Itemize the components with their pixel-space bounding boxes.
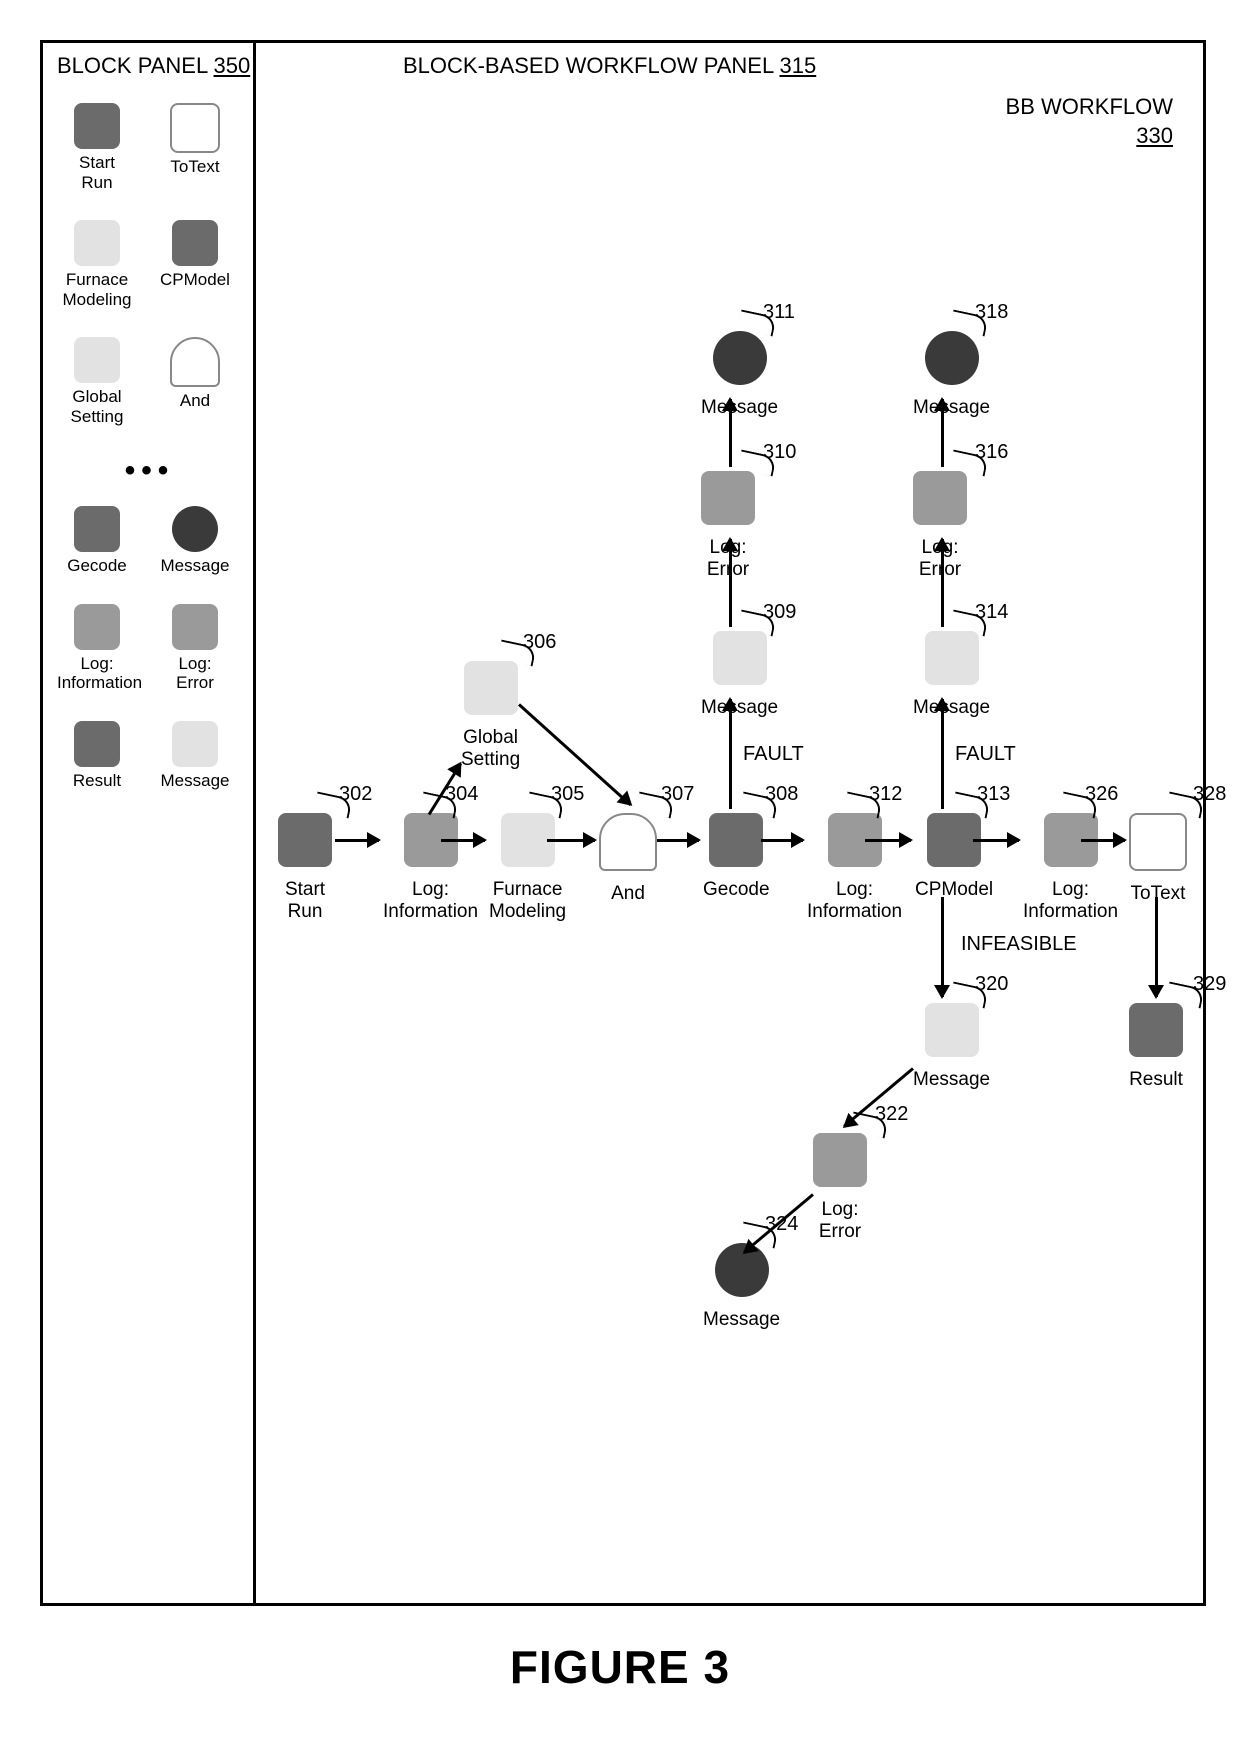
palette-global-setting[interactable]: Global Setting (57, 337, 137, 426)
block-panel-title-text: BLOCK PANEL (57, 53, 214, 78)
arrow-326-328 (1081, 839, 1125, 842)
message-text-icon (713, 631, 767, 685)
block-panel-title-num: 350 (214, 53, 251, 78)
furnace-icon (74, 220, 120, 266)
palette-and[interactable]: And (155, 337, 235, 411)
arrow-310-311 (729, 399, 732, 467)
palette-log-information[interactable]: Log: Information (57, 604, 137, 693)
global-setting-icon (464, 661, 518, 715)
node-message-320[interactable]: Message (913, 1003, 990, 1091)
arrow-313-326 (973, 839, 1019, 842)
arrow-308-312 (761, 839, 803, 842)
node-result[interactable]: Result (1129, 1003, 1183, 1091)
node-message-314[interactable]: Message (913, 631, 990, 719)
message-globe-icon (713, 331, 767, 385)
node-gecode[interactable]: Gecode (703, 813, 770, 901)
node-log-error-310[interactable]: Log: Error (701, 471, 755, 581)
node-start-run[interactable]: Start Run (278, 813, 332, 923)
edge-infeasible: INFEASIBLE (961, 933, 1077, 956)
palette-message-globe[interactable]: Message (155, 506, 235, 576)
and-icon (599, 813, 657, 871)
diagram-frame: BLOCK PANEL 350 Start Run ToText Furnace… (40, 40, 1206, 1606)
gecode-icon (74, 506, 120, 552)
and-icon (170, 337, 220, 387)
bb-workflow-label: BB WORKFLOW 330 (1006, 93, 1173, 150)
workflow-panel-title-text: BLOCK-BASED WORKFLOW PANEL (403, 53, 780, 78)
node-message-309[interactable]: Message (701, 631, 778, 719)
palette-gecode[interactable]: Gecode (57, 506, 137, 576)
palette-start-run[interactable]: Start Run (57, 103, 137, 192)
log-error-icon (701, 471, 755, 525)
palette-message-text[interactable]: Message (155, 721, 235, 791)
log-error-icon (172, 604, 218, 650)
node-furnace-modeling[interactable]: Furnace Modeling (489, 813, 566, 923)
node-global-setting[interactable]: Global Setting (461, 661, 520, 771)
message-globe-icon (172, 506, 218, 552)
node-log-error-316[interactable]: Log: Error (913, 471, 967, 581)
palette-cpmodel[interactable]: CPModel (155, 220, 235, 290)
result-icon (74, 721, 120, 767)
bb-workflow-text: BB WORKFLOW (1006, 93, 1173, 122)
arrow-313-314 (941, 699, 944, 809)
log-error-icon (813, 1133, 867, 1187)
palette-log-error[interactable]: Log: Error (155, 604, 235, 693)
gecode-icon (709, 813, 763, 867)
palette-ellipsis: ••• (57, 454, 242, 488)
arrow-307-308 (657, 839, 699, 842)
palette-furnace-modeling[interactable]: Furnace Modeling (57, 220, 137, 309)
arrow-314-316 (941, 539, 944, 627)
arrow-312-313 (865, 839, 911, 842)
message-globe-icon (925, 331, 979, 385)
workflow-panel-title: BLOCK-BASED WORKFLOW PANEL 315 (403, 53, 816, 79)
block-panel-title: BLOCK PANEL 350 (57, 53, 250, 79)
message-text-icon (925, 1003, 979, 1057)
bb-workflow-num: 330 (1006, 122, 1173, 151)
cpmodel-icon (172, 220, 218, 266)
totext-icon (170, 103, 220, 153)
node-message-311[interactable]: Message (701, 331, 778, 419)
arrow-316-318 (941, 399, 944, 467)
node-message-318[interactable]: Message (913, 331, 990, 419)
palette-result[interactable]: Result (57, 721, 137, 791)
start-run-icon (278, 813, 332, 867)
node-log-error-322[interactable]: Log: Error (813, 1133, 867, 1243)
arrow-302-304 (335, 839, 379, 842)
message-text-icon (172, 721, 218, 767)
message-text-icon (925, 631, 979, 685)
arrow-313-320 (941, 897, 944, 997)
edge-fault-313: FAULT (955, 743, 1016, 766)
edge-fault-308: FAULT (743, 743, 804, 766)
arrow-328-329 (1155, 897, 1158, 997)
result-icon (1129, 1003, 1183, 1057)
node-log-info-312[interactable]: Log: Information (807, 813, 902, 923)
palette-totext[interactable]: ToText (155, 103, 235, 177)
start-run-icon (74, 103, 120, 149)
arrow-304-305 (441, 839, 485, 842)
node-cpmodel[interactable]: CPModel (915, 813, 993, 901)
node-totext[interactable]: ToText (1129, 813, 1187, 905)
arrow-305-307 (547, 839, 595, 842)
node-log-info-326[interactable]: Log: Information (1023, 813, 1118, 923)
log-info-icon (74, 604, 120, 650)
node-message-324[interactable]: Message (703, 1243, 780, 1331)
node-log-info-304[interactable]: Log: Information (383, 813, 478, 923)
node-and[interactable]: And (599, 813, 657, 905)
arrow-308-309 (729, 699, 732, 809)
block-palette: Start Run ToText Furnace Modeling CPMode… (57, 103, 242, 818)
block-panel: BLOCK PANEL 350 Start Run ToText Furnace… (43, 43, 256, 1603)
arrow-309-310 (729, 539, 732, 627)
log-error-icon (913, 471, 967, 525)
figure-caption: FIGURE 3 (0, 1640, 1240, 1694)
workflow-panel-title-num: 315 (780, 53, 817, 78)
global-setting-icon (74, 337, 120, 383)
totext-icon (1129, 813, 1187, 871)
